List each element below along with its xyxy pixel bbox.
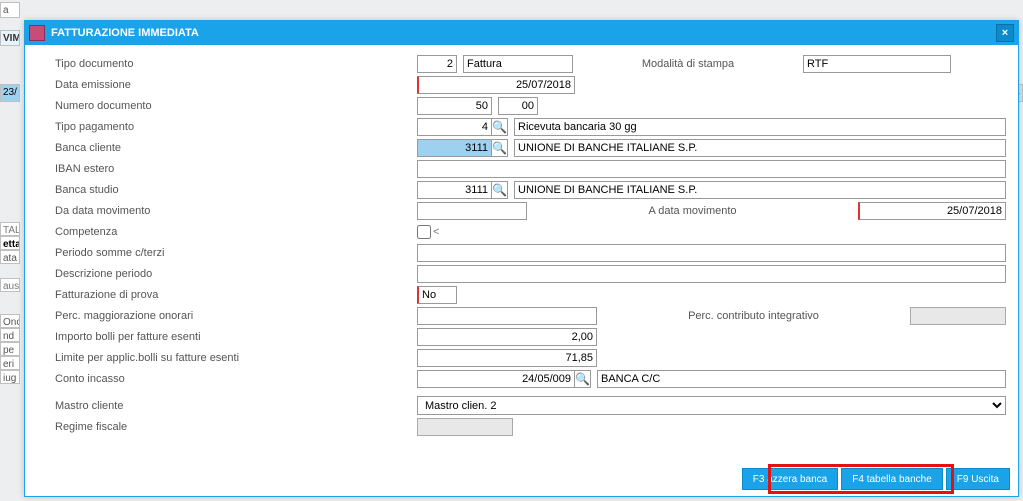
bg-fragment: Onc	[0, 314, 20, 328]
lt-symbol: <	[433, 226, 439, 238]
bg-fragment: etta	[0, 236, 20, 250]
label-modalita-stampa: Modalità di stampa	[573, 58, 803, 70]
banca-cliente-code-input[interactable]	[417, 139, 492, 157]
bg-fragment: 23/	[0, 84, 20, 102]
label-banca-studio: Banca studio	[37, 184, 417, 196]
dialog-title: FATTURAZIONE IMMEDIATA	[51, 27, 199, 39]
bg-fragment: iug	[0, 370, 20, 384]
descrizione-periodo-input[interactable]	[417, 265, 1006, 283]
label-data-emissione: Data emissione	[37, 79, 417, 91]
label-tipo-pagamento: Tipo pagamento	[37, 121, 417, 133]
bg-fragment: a	[0, 2, 20, 18]
bg-fragment: eri	[0, 356, 20, 370]
competenza-checkbox[interactable]	[417, 225, 431, 239]
label-da-data-movimento: Da data movimento	[37, 205, 417, 217]
importo-bolli-input[interactable]	[417, 328, 597, 346]
da-data-movimento-input[interactable]	[417, 202, 527, 220]
bg-fragment: pe	[0, 342, 20, 356]
f4-tabella-banche-button[interactable]: F4 tabella banche	[841, 468, 943, 490]
label-numero-documento: Numero documento	[37, 100, 417, 112]
banca-studio-desc-input[interactable]	[514, 181, 1006, 199]
dialog-fatturazione-immediata: FATTURAZIONE IMMEDIATA × Tipo documento …	[24, 20, 1019, 497]
conto-incasso-code-input[interactable]	[417, 370, 575, 388]
numero-documento-b-input[interactable]	[498, 97, 538, 115]
search-icon[interactable]: 🔍	[492, 118, 508, 136]
close-button[interactable]: ×	[996, 24, 1014, 42]
fatturazione-prova-input[interactable]	[417, 286, 457, 304]
label-limite-bolli: Limite per applic.bolli su fatture esent…	[37, 352, 417, 364]
dialog-footer: F3 azzera banca F4 tabella banche F9 Usc…	[742, 468, 1010, 490]
modalita-stampa-input[interactable]	[803, 55, 951, 73]
label-competenza: Competenza	[37, 226, 417, 238]
tipo-documento-code-input[interactable]	[417, 55, 457, 73]
bg-fragment: aus	[0, 278, 20, 292]
bg-fragment: ata	[0, 250, 20, 264]
dialog-titlebar: FATTURAZIONE IMMEDIATA ×	[25, 21, 1018, 45]
conto-incasso-desc-input[interactable]	[597, 370, 1006, 388]
iban-estero-input[interactable]	[417, 160, 1006, 178]
perc-contributo-display	[910, 307, 1006, 325]
banca-studio-code-input[interactable]	[417, 181, 492, 199]
regime-fiscale-display	[417, 418, 513, 436]
periodo-somme-input[interactable]	[417, 244, 1006, 262]
numero-documento-a-input[interactable]	[417, 97, 492, 115]
tipo-pagamento-desc-input[interactable]	[514, 118, 1006, 136]
app-icon	[29, 25, 45, 41]
label-periodo-somme: Periodo somme c/terzi	[37, 247, 417, 259]
label-mastro-cliente: Mastro cliente	[37, 400, 417, 412]
competenza-checkbox-label[interactable]: <	[417, 225, 439, 239]
mastro-cliente-select[interactable]: Mastro clien. 2	[417, 396, 1006, 415]
limite-bolli-input[interactable]	[417, 349, 597, 367]
data-emissione-input[interactable]	[417, 76, 575, 94]
label-iban-estero: IBAN estero	[37, 163, 417, 175]
search-icon[interactable]: 🔍	[575, 370, 591, 388]
label-perc-maggiorazione: Perc. maggiorazione onorari	[37, 310, 417, 322]
bg-fragment: TAL	[0, 222, 20, 236]
label-fatturazione-prova: Fatturazione di prova	[37, 289, 417, 301]
tipo-documento-desc-input[interactable]	[463, 55, 573, 73]
banca-cliente-desc-input[interactable]	[514, 139, 1006, 157]
label-tipo-documento: Tipo documento	[37, 58, 417, 70]
label-importo-bolli: Importo bolli per fatture esenti	[37, 331, 417, 343]
label-regime-fiscale: Regime fiscale	[37, 421, 417, 433]
f9-uscita-button[interactable]: F9 Uscita	[946, 468, 1010, 490]
tipo-pagamento-code-input[interactable]	[417, 118, 492, 136]
perc-maggiorazione-input[interactable]	[417, 307, 597, 325]
a-data-movimento-input[interactable]	[858, 202, 1006, 220]
label-conto-incasso: Conto incasso	[37, 373, 417, 385]
f3-azzera-banca-button[interactable]: F3 azzera banca	[742, 468, 839, 490]
bg-fragment: nd	[0, 328, 20, 342]
label-banca-cliente: Banca cliente	[37, 142, 417, 154]
bg-fragment: VIM	[0, 30, 20, 46]
label-descrizione-periodo: Descrizione periodo	[37, 268, 417, 280]
search-icon[interactable]: 🔍	[492, 181, 508, 199]
search-icon[interactable]: 🔍	[492, 139, 508, 157]
label-perc-contributo: Perc. contributo integrativo	[597, 310, 910, 322]
label-a-data-movimento: A data movimento	[527, 205, 858, 217]
